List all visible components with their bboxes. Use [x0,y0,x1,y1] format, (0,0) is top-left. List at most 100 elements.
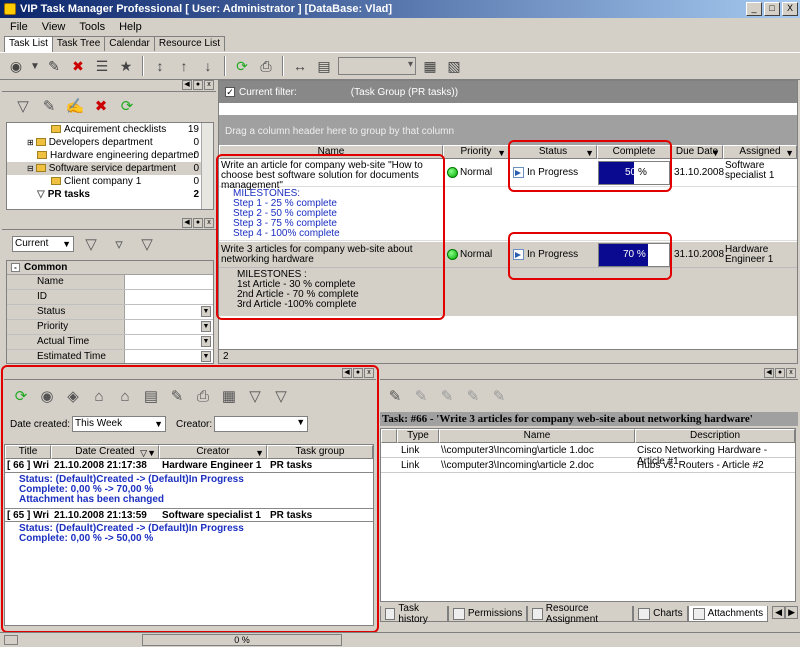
filter-icon[interactable]: ▽ [244,385,266,407]
panel-left-button[interactable]: ◀ [182,80,192,90]
property-group-header[interactable]: - Common [7,261,213,275]
column-header-date-created[interactable]: Date Created ▽▼ [51,445,159,459]
import-icon[interactable]: ▧ [444,56,464,76]
filter-icon[interactable]: ▽ [12,95,34,117]
delete-attachment-icon[interactable]: ✎ [436,385,458,407]
property-row-priority[interactable]: Priority ▼ [7,320,213,335]
chevron-down-icon[interactable]: ▼ [497,147,506,159]
history-record[interactable]: [ 66 ] Wri 21.10.2008 21:17:38 Hardware … [5,459,373,473]
history-record[interactable]: [ 65 ] Wri 21.10.2008 21:13:59 Software … [5,508,373,522]
delete-task-icon[interactable]: ✖ [68,56,88,76]
tab-charts[interactable]: Charts [633,606,688,622]
tab-resource-list[interactable]: Resource List [153,36,225,51]
filter-clear-icon[interactable]: ▽ [270,385,292,407]
column-header-description[interactable]: Description [635,429,795,443]
attachment-row[interactable]: Link \\computer3\Incoming\article 2.doc … [381,458,795,473]
property-row-actual-time[interactable]: Actual Time ▼ [7,335,213,350]
chevron-down-icon[interactable]: ▼ [201,336,211,347]
column-header-assigned[interactable]: Assigned ▼ [723,145,797,159]
column-header-name[interactable]: Name [439,429,635,443]
refresh-icon[interactable]: ⟳ [10,385,32,407]
creator-combo[interactable]: ▼ [214,416,309,432]
collapse-icon[interactable]: ⊟ [27,164,34,173]
chevron-down-icon[interactable]: ▼ [711,147,720,159]
tree-item[interactable]: Hardware engineering departmer 0 [7,149,213,162]
move-down-icon[interactable]: ↓ [198,56,218,76]
chevron-down-icon[interactable]: ▼ [585,147,594,159]
chevron-down-icon[interactable]: ▼ [296,417,305,427]
chevron-down-icon[interactable]: ▼ [785,147,794,159]
tree-item[interactable]: ▽ PR tasks 2 [7,188,213,201]
close-button[interactable]: X [782,2,798,16]
column-header-name[interactable]: Name [219,145,443,159]
move-up-icon[interactable]: ↑ [174,56,194,76]
save-attachment-icon[interactable]: ✎ [488,385,510,407]
new-task-icon[interactable]: ◉ [6,56,26,76]
panel-left-button[interactable]: ◀ [182,218,192,228]
refresh-tree-icon[interactable]: ⟳ [116,95,138,117]
panel-left-button[interactable]: ◀ [764,368,774,378]
add-attachment-icon[interactable]: ✎ [384,385,406,407]
view-icon[interactable]: ◉ [36,385,58,407]
chevron-down-icon[interactable]: ▼ [201,306,211,317]
document-icon[interactable]: ▤ [140,385,162,407]
print-icon[interactable]: ⎙ [192,385,214,407]
task-row-selected[interactable]: Write 3 articles for company web-site ab… [219,242,797,268]
tab-permissions[interactable]: Permissions [447,606,528,622]
column-header-task-group[interactable]: Task group [267,445,373,459]
menu-tools[interactable]: Tools [77,21,107,33]
tab-scroll-left-icon[interactable]: ◀ [772,606,786,619]
tab-calendar[interactable]: Calendar [104,36,155,51]
tree-item[interactable]: Client company 1 0 [7,175,213,188]
group-by-area[interactable]: Drag a column header here to group by th… [219,115,797,149]
edit-task-icon[interactable]: ✎ [44,56,64,76]
column-header-title[interactable]: Title [5,445,51,459]
home-icon[interactable]: ⌂ [88,385,110,407]
tab-scroll-right-icon[interactable]: ▶ [785,606,798,619]
print-icon[interactable]: ⎙ [256,56,276,76]
edit-group-icon[interactable]: ✍ [64,95,86,117]
column-header-status[interactable]: Status ▼ [509,145,597,159]
menu-view[interactable]: View [40,21,68,33]
panel-close-button[interactable]: x [204,218,214,228]
panel-pin-button[interactable]: ● [193,218,203,228]
attachment-row[interactable]: Link \\computer3\Incoming\article 1.doc … [381,443,795,467]
dropdown-arrow-icon[interactable]: ▼ [30,56,40,76]
view-all-icon[interactable]: ◈ [62,385,84,407]
move-updown-icon[interactable]: ↕ [150,56,170,76]
tab-attachments[interactable]: Attachments [687,606,769,622]
tree-item[interactable]: Acquirement checklists 19 [7,123,213,136]
panel-pin-button[interactable]: ● [193,80,203,90]
page-icon[interactable]: ▤ [314,56,334,76]
chevron-down-icon[interactable]: ▼ [201,351,211,362]
assign-icon[interactable]: ★ [116,56,136,76]
column-header-type[interactable]: Type [397,429,439,443]
property-row-id[interactable]: ID [7,290,213,305]
filter-edit-icon[interactable]: ▿ [108,233,130,255]
sort-filter-icon[interactable]: ▽▼ [140,447,156,459]
panel-close-button[interactable]: x [786,368,796,378]
tree-item-selected[interactable]: ⊟ Software service department 0 [7,162,213,175]
filter-clear-icon[interactable]: ▽ [136,233,158,255]
column-header-due-date[interactable]: Due Date ▼ [671,145,723,159]
column-header-priority[interactable]: Priority ▼ [443,145,509,159]
home-check-icon[interactable]: ⌂ [114,385,136,407]
edit-icon[interactable]: ✎ [166,385,188,407]
tab-task-tree[interactable]: Task Tree [51,36,106,51]
filter-icon[interactable]: ▽ [80,233,102,255]
chevron-down-icon[interactable]: ▼ [255,447,264,459]
task-properties-icon[interactable]: ☰ [92,56,112,76]
chevron-down-icon[interactable]: ▼ [154,417,163,431]
tab-task-list[interactable]: Task List [4,36,53,52]
panel-close-button[interactable]: x [364,368,374,378]
filter-checkbox[interactable]: ✓ [225,87,235,97]
tree-scrollbar[interactable] [201,123,213,209]
menu-help[interactable]: Help [117,21,144,33]
panel-pin-button[interactable]: ● [775,368,785,378]
open-attachment-icon[interactable]: ✎ [462,385,484,407]
task-row[interactable]: Write an article for company web-site "H… [219,159,797,191]
maximize-button[interactable]: □ [764,2,780,16]
collapse-icon[interactable]: - [11,263,20,272]
menu-file[interactable]: File [8,21,30,33]
export-icon[interactable]: ▦ [420,56,440,76]
